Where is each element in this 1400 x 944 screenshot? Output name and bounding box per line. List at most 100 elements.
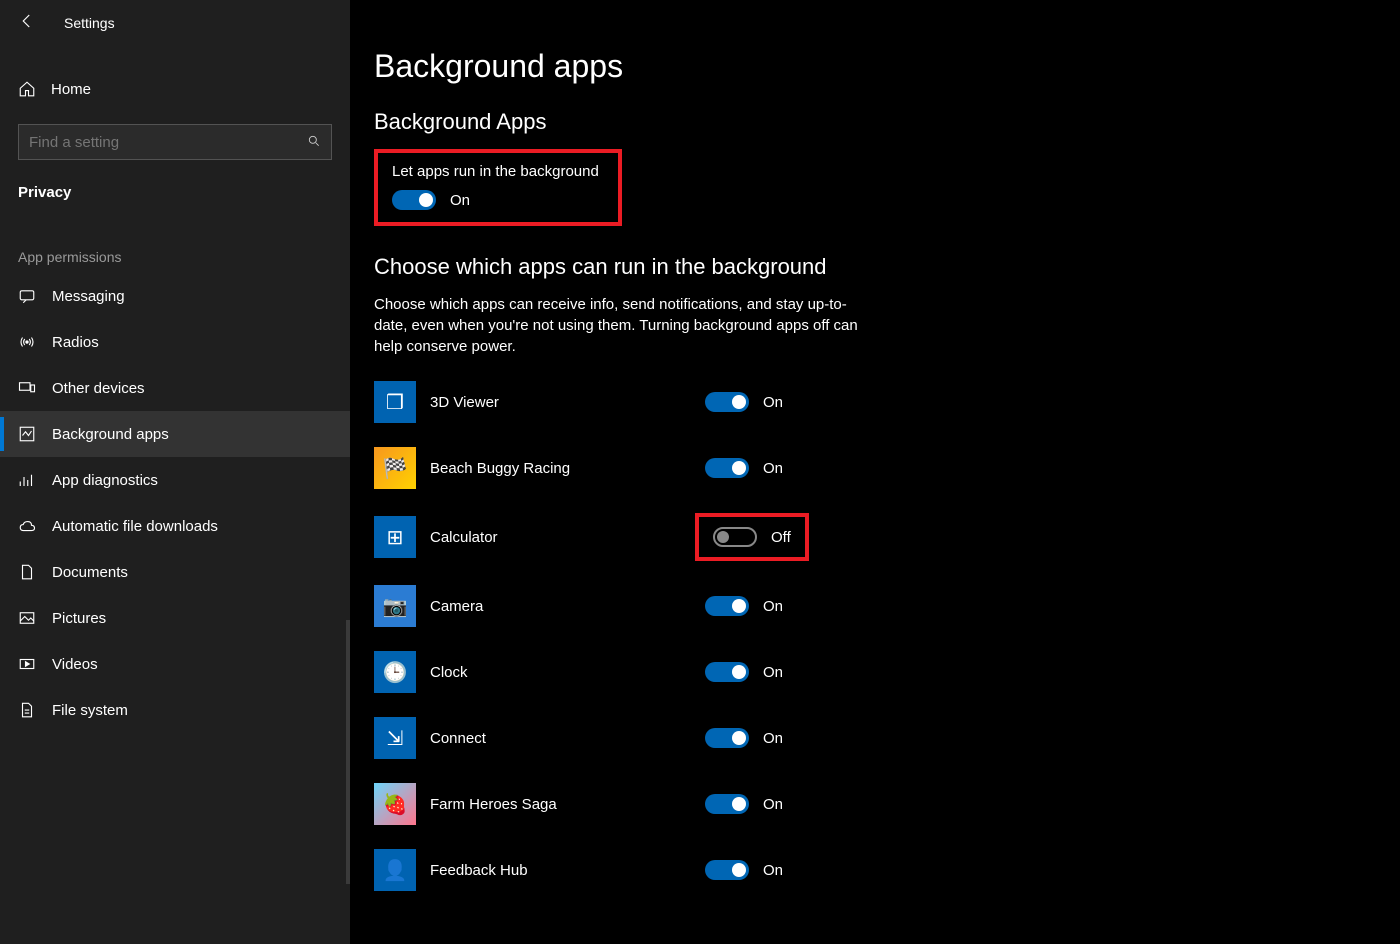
- app-toggle-state: On: [763, 664, 783, 681]
- app-row-beach-buggy-racing: 🏁 Beach Buggy Racing On: [374, 447, 1370, 489]
- app-name-label: Calculator: [430, 529, 695, 546]
- app-row-connect: ⇲ Connect On: [374, 717, 1370, 759]
- sidebar-item-label: Messaging: [52, 288, 125, 305]
- sidebar-item-label: Automatic file downloads: [52, 518, 218, 535]
- search-box[interactable]: [18, 124, 332, 160]
- app-toggle[interactable]: [705, 662, 749, 682]
- sidebar-item-label: Other devices: [52, 380, 145, 397]
- app-icon: 🕒: [374, 651, 416, 693]
- app-toggle[interactable]: [705, 596, 749, 616]
- search-icon: [307, 134, 321, 151]
- app-name-label: Camera: [430, 598, 695, 615]
- home-icon: [18, 80, 36, 98]
- app-toggle-state: Off: [771, 529, 791, 546]
- document-icon: [18, 563, 36, 581]
- app-toggle[interactable]: [705, 458, 749, 478]
- sidebar-item-messaging[interactable]: Messaging: [0, 273, 350, 319]
- scrollbar[interactable]: [346, 620, 350, 884]
- highlighted-master-toggle: Let apps run in the background On: [374, 149, 622, 226]
- app-toggle-wrap: On: [695, 722, 793, 754]
- subheading-choose-apps: Choose which apps can run in the backgro…: [374, 254, 1370, 280]
- app-toggle-wrap: On: [695, 590, 793, 622]
- sidebar-item-label: Radios: [52, 334, 99, 351]
- sidebar-item-label: Videos: [52, 656, 98, 673]
- radios-icon: [18, 333, 36, 351]
- devices-icon: [18, 379, 36, 397]
- sidebar-item-pictures[interactable]: Pictures: [0, 595, 350, 641]
- back-button[interactable]: [18, 12, 36, 34]
- app-name-label: Farm Heroes Saga: [430, 796, 695, 813]
- app-row-camera: 📷 Camera On: [374, 585, 1370, 627]
- sidebar-item-label: Documents: [52, 564, 128, 581]
- sidebar-header: Settings: [0, 0, 350, 44]
- app-row-calculator: ⊞ Calculator Off: [374, 513, 1370, 561]
- app-toggle-wrap: On: [695, 656, 793, 688]
- app-toggle-state: On: [763, 862, 783, 879]
- section-label: Privacy: [0, 160, 350, 209]
- app-toggle[interactable]: [705, 860, 749, 880]
- app-toggle-wrap: On: [695, 788, 793, 820]
- highlighted-app-toggle: Off: [695, 513, 809, 561]
- app-list: ❒ 3D Viewer On 🏁 Beach Buggy Racing On ⊞ Calcul…: [374, 381, 1370, 891]
- home-link[interactable]: Home: [0, 66, 350, 112]
- app-toggle-wrap: On: [695, 386, 793, 418]
- background-apps-icon: [18, 425, 36, 443]
- app-name-label: Connect: [430, 730, 695, 747]
- master-toggle[interactable]: [392, 190, 436, 210]
- sidebar-item-radios[interactable]: Radios: [0, 319, 350, 365]
- arrow-left-icon: [18, 12, 36, 30]
- app-toggle-state: On: [763, 730, 783, 747]
- app-toggle-wrap: On: [695, 854, 793, 886]
- sidebar-item-file-system[interactable]: File system: [0, 687, 350, 733]
- sidebar: Settings Home Privacy App permissions Me…: [0, 0, 350, 944]
- description-text: Choose which apps can receive info, send…: [374, 294, 864, 357]
- app-icon: 📷: [374, 585, 416, 627]
- app-row-feedback-hub: 👤Feedback HubOn: [374, 849, 1370, 891]
- app-toggle-state: On: [763, 460, 783, 477]
- sidebar-item-label: App diagnostics: [52, 472, 158, 489]
- sidebar-item-label: File system: [52, 702, 128, 719]
- app-toggle[interactable]: [705, 728, 749, 748]
- search-wrap: [0, 112, 350, 160]
- diagnostics-icon: [18, 471, 36, 489]
- app-toggle-wrap: On: [695, 452, 793, 484]
- app-icon: ⇲: [374, 717, 416, 759]
- window-title: Settings: [64, 15, 115, 31]
- nav-list: Messaging Radios Other devices Background a…: [0, 273, 350, 733]
- app-row-3d-viewer: ❒ 3D Viewer On: [374, 381, 1370, 423]
- subheading-background-apps: Background Apps: [374, 109, 1370, 135]
- sidebar-item-videos[interactable]: Videos: [0, 641, 350, 687]
- cloud-icon: [18, 517, 36, 535]
- search-input[interactable]: [29, 134, 307, 151]
- sidebar-item-other-devices[interactable]: Other devices: [0, 365, 350, 411]
- app-toggle[interactable]: [705, 794, 749, 814]
- sidebar-item-documents[interactable]: Documents: [0, 549, 350, 595]
- app-toggle-state: On: [763, 394, 783, 411]
- app-toggle-state: On: [763, 598, 783, 615]
- group-label: App permissions: [0, 209, 350, 273]
- main-content: Background apps Background Apps Let apps…: [350, 0, 1400, 944]
- app-icon: ⊞: [374, 516, 416, 558]
- app-icon: 👤: [374, 849, 416, 891]
- sidebar-item-background-apps[interactable]: Background apps: [0, 411, 350, 457]
- app-icon: 🏁: [374, 447, 416, 489]
- app-toggle-state: On: [763, 796, 783, 813]
- app-toggle[interactable]: [705, 392, 749, 412]
- message-icon: [18, 287, 36, 305]
- pictures-icon: [18, 609, 36, 627]
- sidebar-item-automatic-file-downloads[interactable]: Automatic file downloads: [0, 503, 350, 549]
- page-title: Background apps: [374, 48, 1370, 85]
- sidebar-item-label: Pictures: [52, 610, 106, 627]
- app-row-farm-heroes-saga: 🍓 Farm Heroes Saga On: [374, 783, 1370, 825]
- sidebar-item-app-diagnostics[interactable]: App diagnostics: [0, 457, 350, 503]
- app-toggle[interactable]: [713, 527, 757, 547]
- app-icon: ❒: [374, 381, 416, 423]
- app-name-label: 3D Viewer: [430, 394, 695, 411]
- sidebar-item-label: Background apps: [52, 426, 169, 443]
- file-system-icon: [18, 701, 36, 719]
- app-icon: 🍓: [374, 783, 416, 825]
- home-label: Home: [51, 81, 91, 98]
- master-toggle-label: Let apps run in the background: [392, 163, 604, 180]
- app-row-clock: 🕒ClockOn: [374, 651, 1370, 693]
- app-name-label: Beach Buggy Racing: [430, 460, 695, 477]
